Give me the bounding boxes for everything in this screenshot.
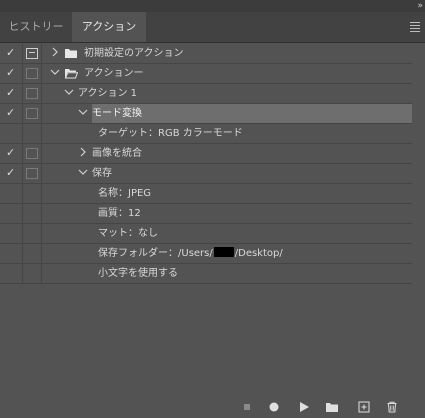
toggle-column[interactable]: ✓ [0, 84, 23, 103]
action-row[interactable]: マット：なし [0, 224, 412, 244]
checkmark-icon[interactable]: ✓ [6, 66, 15, 79]
step-detail-label: 保存フォルダー：/Users/ /Desktop/ [98, 244, 283, 263]
folder-path-suffix: /Desktop/ [234, 248, 283, 259]
step-detail-label: マット：なし [98, 228, 158, 239]
record-icon[interactable] [268, 401, 280, 413]
tab-bar: ヒストリー アクション [0, 12, 425, 43]
checkmark-icon[interactable]: ✓ [6, 46, 15, 59]
chevron-right-icon[interactable] [50, 47, 58, 57]
action-row[interactable]: ✓ 画像を統合 [0, 144, 412, 164]
chevron-down-icon[interactable] [50, 67, 60, 75]
new-action-icon[interactable] [358, 401, 370, 413]
action-label: アクションー [84, 68, 144, 79]
chevron-right-icon[interactable] [78, 147, 86, 157]
folder-path-prefix: 保存フォルダー：/Users/ [98, 248, 213, 259]
play-icon[interactable] [298, 401, 310, 413]
action-row[interactable]: 保存フォルダー：/Users/ /Desktop/ [0, 244, 412, 264]
action-label: 保存 [92, 168, 112, 179]
action-row[interactable]: ✓ モード変換 [0, 104, 412, 124]
action-label: 画像を統合 [92, 148, 142, 159]
dialog-column[interactable] [23, 64, 42, 83]
dialog-column[interactable] [23, 84, 42, 103]
dialog-toggle-icon[interactable] [26, 68, 38, 79]
trash-icon[interactable] [386, 401, 398, 413]
dialog-toggle-icon[interactable] [26, 108, 38, 119]
step-detail-label: ターゲット：RGB カラーモード [98, 128, 243, 139]
folder-icon [64, 48, 78, 59]
action-label: アクション 1 [78, 88, 138, 99]
action-row[interactable]: 小文字を使用する [0, 264, 412, 284]
folder-open-icon [64, 68, 79, 79]
toggle-column[interactable] [0, 184, 23, 203]
dialog-column[interactable] [23, 124, 42, 143]
action-label: モード変換 [92, 108, 142, 119]
dialog-column[interactable] [23, 44, 42, 63]
chevron-down-icon[interactable] [78, 107, 88, 115]
dialog-toggle-icon[interactable] [26, 48, 38, 59]
chevron-down-icon[interactable] [64, 87, 74, 95]
dialog-column[interactable] [23, 264, 42, 283]
action-row[interactable]: ✓ 保存 [0, 164, 412, 184]
stop-icon[interactable] [241, 401, 253, 413]
toggle-column[interactable] [0, 204, 23, 223]
step-detail-label: 小文字を使用する [98, 268, 178, 279]
checkmark-icon[interactable]: ✓ [6, 106, 15, 119]
toggle-column[interactable]: ✓ [0, 164, 23, 183]
toggle-column[interactable]: ✓ [0, 64, 23, 83]
toggle-column[interactable] [0, 244, 23, 263]
checkmark-icon[interactable]: ✓ [6, 166, 15, 179]
checkmark-icon[interactable]: ✓ [6, 146, 15, 159]
step-detail-label: 名称：JPEG [98, 188, 152, 199]
dialog-column[interactable] [23, 184, 42, 203]
action-row[interactable]: ✓ アクション 1 [0, 84, 412, 104]
action-row[interactable]: 画質：12 [0, 204, 412, 224]
dialog-column[interactable] [23, 224, 42, 243]
toggle-column[interactable] [0, 224, 23, 243]
tab-actions[interactable]: アクション [72, 12, 146, 42]
toggle-column[interactable]: ✓ [0, 44, 23, 63]
collapse-panel-icon[interactable]: » [417, 0, 422, 12]
dialog-column[interactable] [23, 144, 42, 163]
action-label: 初期設定のアクション [84, 48, 184, 59]
action-row[interactable]: ✓ 初期設定のアクション [0, 44, 412, 64]
dialog-toggle-icon[interactable] [26, 168, 38, 179]
dialog-column[interactable] [23, 164, 42, 183]
step-detail-label: 画質：12 [98, 208, 141, 219]
actions-toolbar [0, 396, 425, 418]
toggle-column[interactable]: ✓ [0, 104, 23, 123]
dialog-toggle-icon[interactable] [26, 148, 38, 159]
panel-top-strip: » [0, 0, 425, 12]
toggle-column[interactable] [0, 264, 23, 283]
tab-history[interactable]: ヒストリー [0, 12, 72, 42]
toggle-column[interactable] [0, 124, 23, 143]
redacted-username [213, 247, 234, 257]
actions-list: ✓ 初期設定のアクション ✓ アクションー ✓ アクション 1 ✓ モード変換ターゲット：RG… [0, 44, 412, 284]
toggle-column[interactable]: ✓ [0, 144, 23, 163]
dialog-column[interactable] [23, 104, 42, 123]
dialog-column[interactable] [23, 244, 42, 263]
action-row[interactable]: ターゲット：RGB カラーモード [0, 124, 412, 144]
action-row[interactable]: ✓ アクションー [0, 64, 412, 84]
panel-menu-icon[interactable] [410, 22, 420, 32]
checkmark-icon[interactable]: ✓ [6, 86, 15, 99]
folder-icon[interactable] [325, 401, 339, 413]
chevron-down-icon[interactable] [78, 167, 88, 175]
dialog-column[interactable] [23, 204, 42, 223]
action-row[interactable]: 名称：JPEG [0, 184, 412, 204]
dialog-toggle-icon[interactable] [26, 88, 38, 99]
